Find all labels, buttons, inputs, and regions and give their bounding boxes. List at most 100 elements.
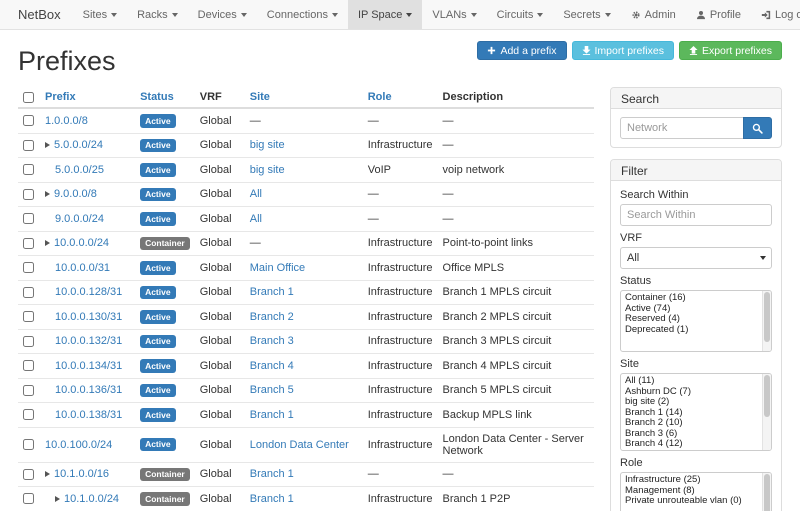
sort-link-status[interactable]: Status	[140, 91, 174, 103]
sort-link-site[interactable]: Site	[250, 91, 270, 103]
site-link[interactable]: Branch 1	[250, 468, 294, 480]
status-listbox[interactable]: Container (16)Active (74)Reserved (4)Dep…	[620, 290, 772, 352]
row-checkbox[interactable]	[23, 140, 34, 151]
site-link[interactable]: Branch 1	[250, 409, 294, 421]
status-badge: Active	[140, 359, 176, 373]
site-option[interactable]: big site (2)	[621, 397, 771, 408]
row-checkbox[interactable]	[23, 164, 34, 175]
scrollbar[interactable]	[762, 374, 771, 450]
navbar-brand[interactable]: NetBox	[6, 0, 73, 29]
site-link[interactable]: London Data Center	[250, 439, 349, 451]
site-link[interactable]: Branch 4	[250, 360, 294, 372]
select-all-checkbox[interactable]	[23, 92, 34, 103]
row-checkbox[interactable]	[23, 262, 34, 273]
status-option[interactable]: Reserved (4)	[621, 314, 771, 325]
site-option[interactable]: Ashburn DC (7)	[621, 387, 771, 398]
scrollbar[interactable]	[762, 291, 771, 351]
row-checkbox[interactable]	[23, 336, 34, 347]
add-a-prefix-button[interactable]: Add a prefix	[477, 41, 566, 60]
search-within-input[interactable]	[620, 204, 772, 226]
row-checkbox[interactable]	[23, 238, 34, 249]
row-checkbox[interactable]	[23, 409, 34, 420]
sort-link-prefix[interactable]: Prefix	[45, 91, 76, 103]
nav-item-sites[interactable]: Sites	[73, 0, 127, 29]
status-option[interactable]: Deprecated (1)	[621, 325, 771, 336]
prefix-link[interactable]: 9.0.0.0/24	[55, 213, 104, 225]
status-option[interactable]: Active (74)	[621, 304, 771, 315]
scrollbar-thumb[interactable]	[764, 292, 770, 342]
nav-item-ip-space[interactable]: IP Space	[348, 0, 422, 29]
prefix-link[interactable]: 10.0.0.128/31	[55, 286, 122, 298]
row-checkbox[interactable]	[23, 189, 34, 200]
site-link[interactable]: big site	[250, 164, 285, 176]
import-icon	[582, 46, 591, 55]
site-link[interactable]: Branch 1	[250, 286, 294, 298]
row-checkbox[interactable]	[23, 360, 34, 371]
prefix-link[interactable]: 10.1.0.0/24	[64, 493, 119, 505]
row-checkbox[interactable]	[23, 439, 34, 450]
status-option[interactable]: Container (16)	[621, 293, 771, 304]
prefix-link[interactable]: 10.0.0.138/31	[55, 409, 122, 421]
column-header-prefix: Prefix	[40, 87, 135, 108]
prefix-link[interactable]: 9.0.0.0/8	[54, 188, 97, 200]
row-checkbox[interactable]	[23, 115, 34, 126]
scrollbar[interactable]	[762, 473, 771, 511]
site-option[interactable]: Branch 2 (10)	[621, 418, 771, 429]
site-option[interactable]: Branch 4 (12)	[621, 439, 771, 450]
search-input[interactable]	[620, 117, 744, 139]
table-row: 10.0.0.128/31ActiveGlobalBranch 1Infrast…	[18, 280, 594, 305]
role-option[interactable]: Infrastructure (25)	[621, 475, 771, 486]
import-prefixes-button[interactable]: Import prefixes	[572, 41, 674, 60]
prefix-link[interactable]: 1.0.0.0/8	[45, 115, 88, 127]
prefix-link[interactable]: 10.0.0.136/31	[55, 384, 122, 396]
row-checkbox[interactable]	[23, 287, 34, 298]
site-option[interactable]: All (11)	[621, 376, 771, 387]
prefix-link[interactable]: 10.0.100.0/24	[45, 439, 112, 451]
site-link[interactable]: Branch 2	[250, 311, 294, 323]
nav-item-devices[interactable]: Devices	[188, 0, 257, 29]
prefix-link[interactable]: 10.0.0.134/31	[55, 360, 122, 372]
site-link[interactable]: Branch 3	[250, 335, 294, 347]
scrollbar-thumb[interactable]	[764, 474, 770, 511]
prefix-link[interactable]: 10.1.0.0/16	[54, 468, 109, 480]
prefix-link[interactable]: 10.0.0.0/31	[55, 262, 110, 274]
nav-item-connections[interactable]: Connections	[257, 0, 348, 29]
scrollbar-thumb[interactable]	[764, 375, 770, 417]
prefix-link[interactable]: 10.0.0.132/31	[55, 335, 122, 347]
site-link[interactable]: All	[250, 213, 262, 225]
nav-admin[interactable]: Admin	[621, 0, 686, 29]
nav-item-circuits[interactable]: Circuits	[487, 0, 554, 29]
vrf-select[interactable]: All	[620, 247, 772, 269]
status-label: Status	[620, 275, 772, 287]
nav-profile[interactable]: Profile	[686, 0, 751, 29]
nav-item-racks[interactable]: Racks	[127, 0, 188, 29]
role-option[interactable]: Private unrouteable vlan (0)	[621, 496, 771, 507]
row-checkbox[interactable]	[23, 493, 34, 504]
role-option[interactable]: Management (8)	[621, 486, 771, 497]
nav-item-secrets[interactable]: Secrets	[553, 0, 620, 29]
prefix-link[interactable]: 5.0.0.0/25	[55, 164, 104, 176]
row-checkbox[interactable]	[23, 213, 34, 224]
site-listbox[interactable]: All (11)Ashburn DC (7)big site (2)Branch…	[620, 373, 772, 451]
site-option[interactable]: Branch 1 (14)	[621, 408, 771, 419]
status-cell: Active	[135, 305, 195, 330]
export-prefixes-button[interactable]: Export prefixes	[679, 41, 782, 60]
prefix-link[interactable]: 10.0.0.130/31	[55, 311, 122, 323]
row-checkbox[interactable]	[23, 469, 34, 480]
site-link[interactable]: All	[250, 188, 262, 200]
site-link[interactable]: big site	[250, 139, 285, 151]
prefix-link[interactable]: 10.0.0.0/24	[54, 237, 109, 249]
site-option[interactable]: Branch 5 (7)	[621, 450, 771, 452]
site-link[interactable]: Branch 1	[250, 493, 294, 505]
site-link[interactable]: Main Office	[250, 262, 305, 274]
site-link[interactable]: Branch 5	[250, 384, 294, 396]
nav-item-vlans[interactable]: VLANs	[422, 0, 486, 29]
sort-link-role[interactable]: Role	[368, 91, 392, 103]
row-checkbox[interactable]	[23, 311, 34, 322]
row-checkbox[interactable]	[23, 385, 34, 396]
site-option[interactable]: Branch 3 (6)	[621, 429, 771, 440]
search-button[interactable]	[743, 117, 772, 139]
prefix-link[interactable]: 5.0.0.0/24	[54, 139, 103, 151]
nav-log-out[interactable]: Log out	[751, 0, 800, 29]
role-listbox[interactable]: Infrastructure (25)Management (8)Private…	[620, 472, 772, 511]
